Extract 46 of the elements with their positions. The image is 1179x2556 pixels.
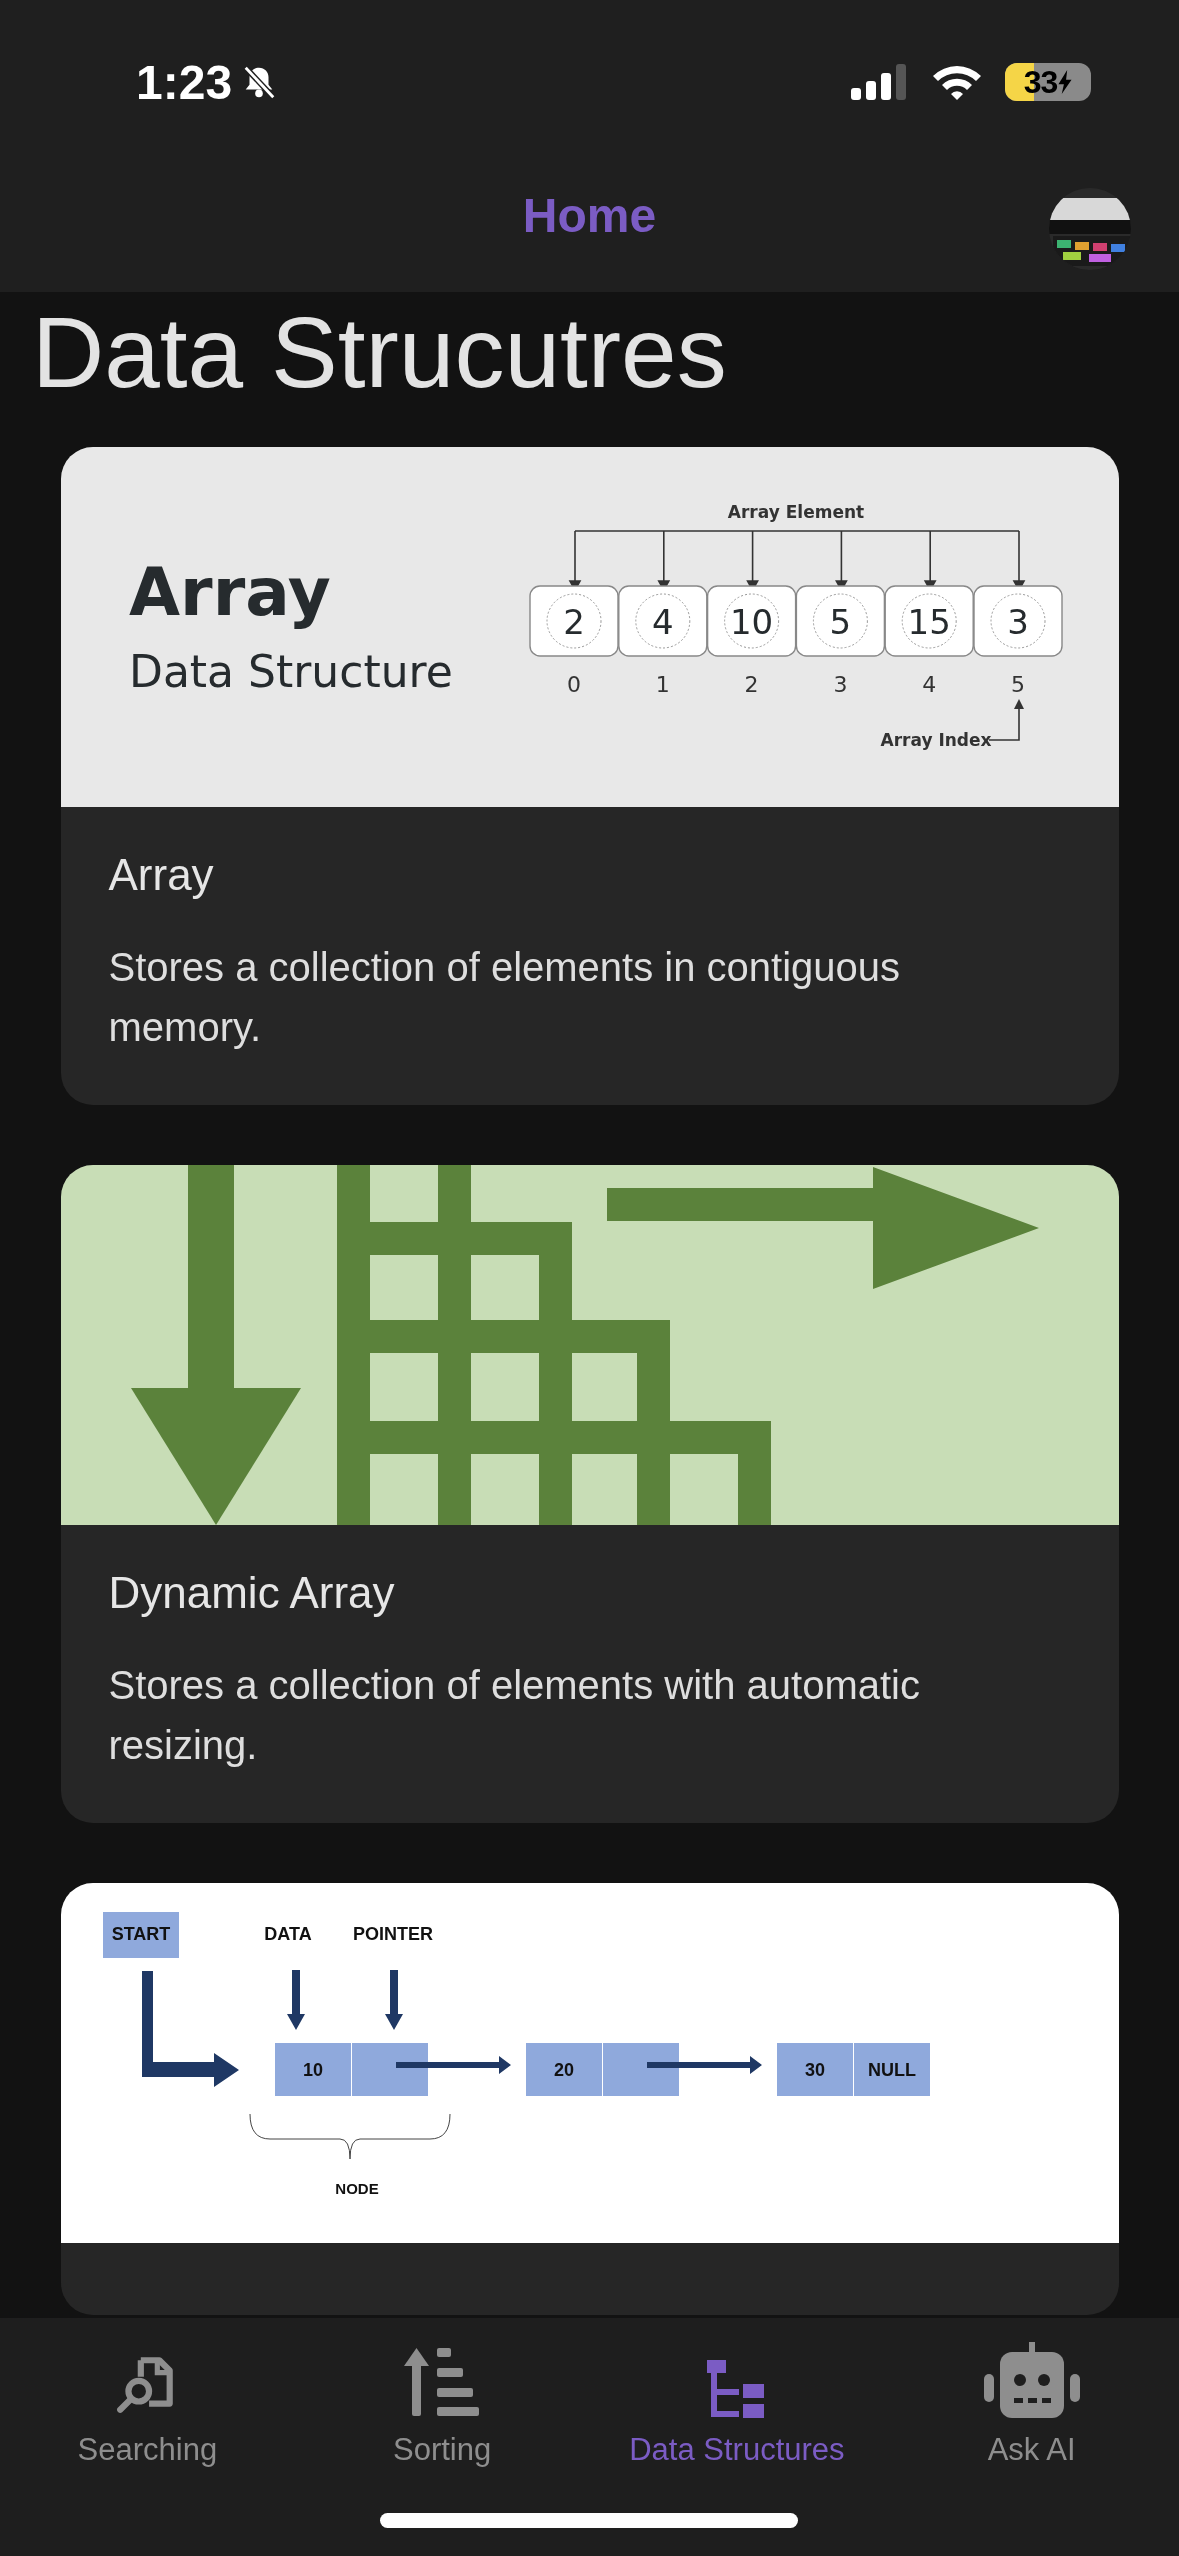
card-title: Dynamic Array [108, 1567, 396, 1619]
diagram-label: Array Index [880, 730, 991, 750]
diagram-label: POINTER [352, 1924, 433, 1944]
robot-icon [983, 2342, 1080, 2418]
card-background[interactable]: Dynamic Array Stores a collection of elements with automatic resizing. [60, 1165, 1119, 1823]
node-value: 30 [804, 2060, 825, 2080]
card-title: Array [108, 849, 215, 901]
diagram-subheading: Data Structure [128, 646, 453, 697]
wifi-icon [931, 63, 983, 101]
index-label: 4 [921, 672, 936, 697]
index-label: 0 [566, 672, 581, 697]
element-value: 5 [829, 602, 851, 642]
signal-icon [851, 64, 909, 100]
diagram-label: NODE [334, 2180, 379, 2197]
node-value: 10 [302, 2060, 323, 2080]
tab-item[interactable]: Sorting [294, 2318, 590, 2468]
diagram-label: Array Element [727, 502, 864, 522]
element-value: 4 [651, 602, 674, 642]
element-value: 2 [562, 602, 585, 642]
element-value: 15 [907, 602, 951, 642]
null-label: NULL [867, 2060, 916, 2080]
down-arrow [286, 1970, 305, 2030]
hierarchy-icon [706, 2360, 767, 2418]
page-title: Data Strucutres [32, 295, 727, 410]
down-arrow [384, 1970, 403, 2030]
diagram-label: DATA [263, 1924, 312, 1944]
card-description: Stores a collection of elements with automatic resizing. [108, 1662, 921, 1769]
bolt-icon [1058, 70, 1073, 94]
index-label: 2 [744, 672, 759, 697]
node-value: 20 [553, 2060, 574, 2080]
tab-item[interactable]: Searching [0, 2318, 295, 2468]
nav-title: Home [522, 187, 657, 243]
card-background[interactable]: Array Data Structure Array Element 2 4 10 5 15 3 0 1 2 3 4 5 Array Index Array Stores a collection of elements in contiguous memory. [60, 447, 1119, 1105]
card-description: Stores a collection of elements in contiguous memory. [108, 944, 902, 1051]
tab-item[interactable]: Ask AI [884, 2318, 1179, 2468]
element-value: 3 [1006, 602, 1029, 642]
index-label: 1 [655, 672, 670, 697]
index-label: 5 [1010, 672, 1025, 697]
element-value: 10 [729, 602, 773, 642]
index-label: 3 [832, 672, 847, 697]
diagram-label: START [111, 1924, 170, 1944]
card-background[interactable]: START DATA POINTER 10 20 30 NULL NODE [60, 1883, 1119, 2315]
tab-item[interactable]: Data Structures [589, 2318, 885, 2468]
diagram-heading: Array [128, 554, 331, 631]
sort-icon [404, 2346, 481, 2418]
status-time: 1:23 [136, 54, 233, 110]
